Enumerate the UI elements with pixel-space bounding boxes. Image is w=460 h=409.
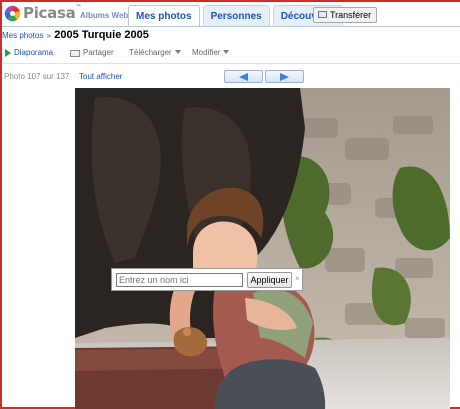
logo-wordmark: Picasa: [23, 4, 76, 22]
photo-image: [75, 88, 450, 409]
next-photo-button[interactable]: [265, 70, 304, 83]
chevron-down-icon: [174, 50, 181, 54]
arrow-right-icon: [280, 73, 289, 81]
edit-menu[interactable]: Modifier: [192, 48, 230, 57]
breadcrumb-separator: »: [46, 31, 52, 40]
picasa-logo[interactable]: Picasa™ Albums Web: [4, 4, 129, 24]
upload-icon: [318, 11, 327, 18]
toolbar-divider: [2, 63, 460, 64]
tab-my-photos[interactable]: Mes photos: [128, 5, 200, 27]
breadcrumb: Mes photos » 2005 Turquie 2005: [2, 29, 149, 45]
arrow-left-icon: [239, 73, 248, 81]
photo-toolbar: Diaporama Partager Télécharger Modifier: [2, 46, 460, 64]
previous-photo-button[interactable]: [224, 70, 263, 83]
apply-button[interactable]: Appliquer: [247, 272, 292, 288]
logo-trademark: ™: [75, 4, 82, 11]
photo-navigation: Photo 107 sur 137 Tout afficher: [2, 69, 460, 85]
album-title: 2005 Turquie 2005: [54, 29, 149, 41]
name-tag-input[interactable]: [116, 273, 243, 287]
edit-label: Modifier: [192, 48, 221, 57]
chevron-down-icon: [223, 50, 230, 54]
main-photo[interactable]: [75, 88, 450, 409]
breadcrumb-my-photos[interactable]: Mes photos: [2, 31, 43, 40]
name-tag-box: Appliquer ×: [111, 268, 303, 291]
top-bar: Picasa™ Albums Web Mes photos Personnes …: [2, 2, 460, 27]
mail-icon: [70, 50, 80, 57]
close-icon[interactable]: ×: [295, 274, 302, 283]
download-label: Télécharger: [129, 48, 172, 57]
photo-count: Photo 107 sur 137: [4, 72, 70, 81]
slideshow-button[interactable]: Diaporama: [14, 48, 53, 57]
header-divider: [2, 26, 460, 27]
logo-text: Picasa™: [23, 4, 81, 22]
tab-people[interactable]: Personnes: [202, 5, 270, 26]
logo-subtitle: Albums Web: [80, 11, 129, 20]
upload-button[interactable]: Transférer: [313, 7, 378, 23]
show-all-link[interactable]: Tout afficher: [79, 72, 122, 81]
share-button[interactable]: Partager: [83, 48, 114, 57]
play-icon: [5, 49, 11, 57]
upload-label: Transférer: [330, 10, 372, 20]
picasa-logo-icon: [4, 5, 21, 22]
download-menu[interactable]: Télécharger: [129, 48, 181, 57]
